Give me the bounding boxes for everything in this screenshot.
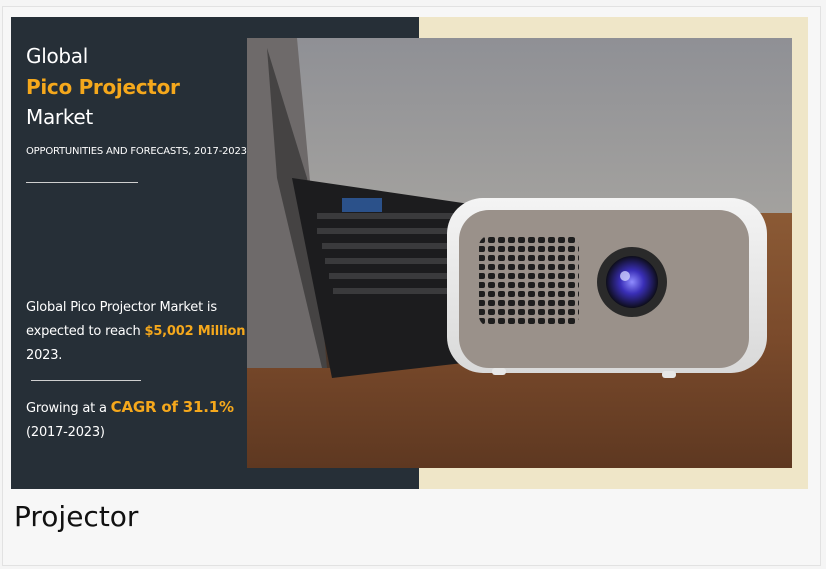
projector-photo — [247, 38, 792, 468]
market-statement: Global Pico Projector Market is expected… — [26, 296, 266, 368]
title-market: Market — [26, 105, 93, 129]
divider — [26, 182, 138, 183]
subtitle: OPPORTUNITIES AND FORECASTS, 2017-2023 — [26, 146, 247, 157]
cagr-statement: Growing at a CAGR of 31.1% (2017-2023) — [26, 395, 276, 445]
market-banner: Global Pico Projector Market OPPORTUNITI… — [11, 17, 808, 489]
cagr-value: CAGR of 31.1% — [110, 398, 234, 416]
title-product: Pico Projector — [26, 75, 180, 99]
title-global: Global — [26, 44, 88, 68]
cagr-period: (2017-2023) — [26, 425, 105, 440]
image-caption: Projector — [14, 500, 139, 533]
divider — [31, 380, 141, 381]
cagr-prefix: Growing at a — [26, 401, 111, 416]
market-value: $5,002 Million — [144, 324, 246, 339]
projector-illustration — [247, 38, 792, 468]
